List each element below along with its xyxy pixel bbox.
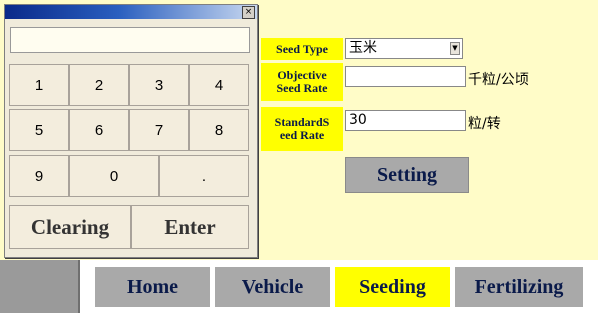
objective-seed-rate-label-line2: Seed Rate (276, 81, 328, 95)
objective-seed-rate-unit: 千粒/公顷 (468, 72, 529, 88)
key-9[interactable]: 9 (9, 155, 69, 197)
seed-type-label: Seed Type (261, 38, 343, 60)
setting-button[interactable]: Setting (345, 157, 469, 193)
standard-seed-rate-label-line2: eed Rate (279, 128, 325, 142)
navbar-left-block (0, 260, 78, 313)
tab-fertilizing[interactable]: Fertilizing (455, 267, 583, 307)
key-7[interactable]: 7 (129, 109, 189, 151)
keypad-window: × 1 2 3 4 5 6 7 8 9 0 . Clearing Enter (4, 4, 258, 258)
key-2[interactable]: 2 (69, 64, 129, 106)
key-6[interactable]: 6 (69, 109, 129, 151)
key-5[interactable]: 5 (9, 109, 69, 151)
tab-vehicle[interactable]: Vehicle (215, 267, 330, 307)
objective-seed-rate-input[interactable] (345, 66, 466, 87)
enter-button[interactable]: Enter (131, 205, 249, 249)
standard-seed-rate-unit: 粒/转 (468, 116, 501, 132)
clearing-button[interactable]: Clearing (9, 205, 131, 249)
seed-type-value: 玉米 (349, 40, 377, 56)
key-3[interactable]: 3 (129, 64, 189, 106)
key-0[interactable]: 0 (69, 155, 159, 197)
keypad-display-input[interactable] (10, 27, 250, 53)
key-4[interactable]: 4 (189, 64, 249, 106)
tab-seeding[interactable]: Seeding (335, 267, 450, 307)
standard-seed-rate-input[interactable]: 30 (345, 110, 466, 131)
standard-seed-rate-label: StandardS eed Rate (261, 107, 343, 151)
close-icon[interactable]: × (242, 6, 255, 19)
key-1[interactable]: 1 (9, 64, 69, 106)
seed-type-select[interactable]: 玉米 ▼ (345, 38, 463, 59)
key-8[interactable]: 8 (189, 109, 249, 151)
bottom-navbar: Home Vehicle Seeding Fertilizing (0, 260, 598, 313)
chevron-down-icon[interactable]: ▼ (450, 42, 460, 55)
tab-home[interactable]: Home (95, 267, 210, 307)
keypad-titlebar[interactable]: × (5, 5, 257, 19)
key-decimal[interactable]: . (159, 155, 249, 197)
objective-seed-rate-label: Objective Seed Rate (261, 63, 343, 101)
